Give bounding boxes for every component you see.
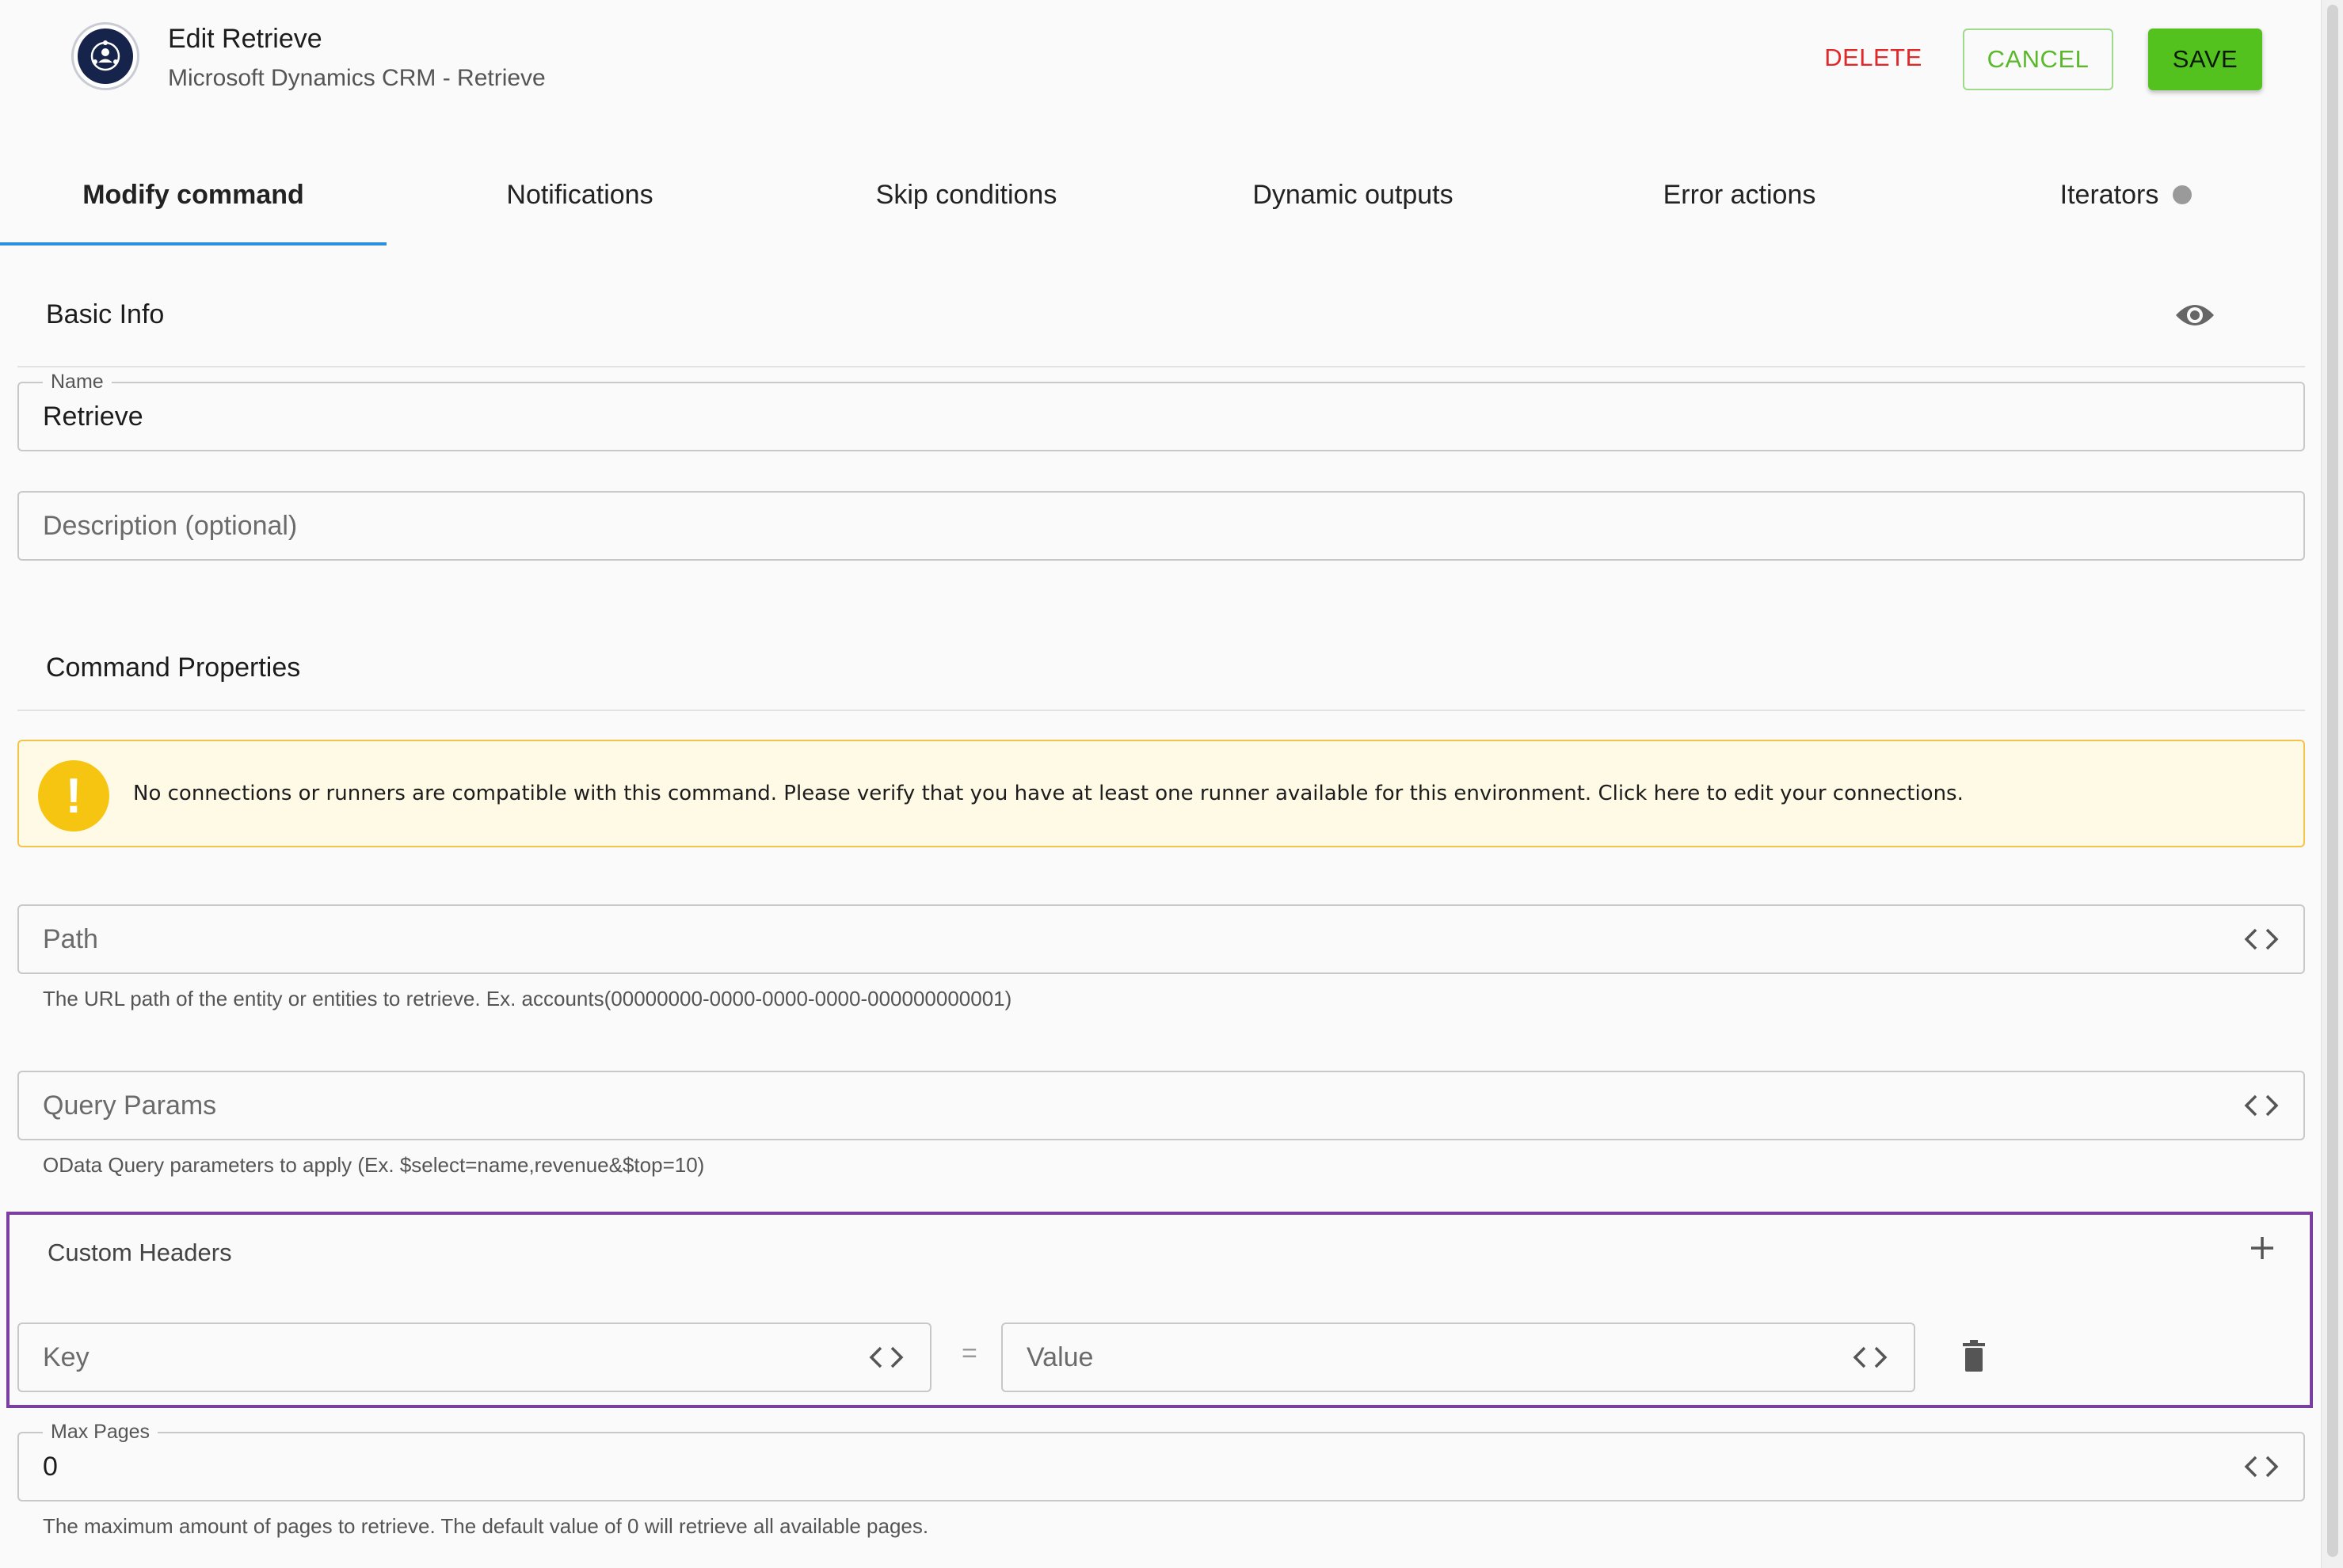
equals-sign: = [962,1338,977,1368]
path-helper-text: The URL path of the entity or entities t… [43,987,1012,1010]
tab-label: Modify command [82,179,304,210]
tab-iterators[interactable]: Iterators [1933,143,2319,247]
tab-label: Skip conditions [875,179,1057,210]
tab-label: Dynamic outputs [1252,179,1453,210]
description-placeholder: Description (optional) [43,510,298,541]
eye-icon[interactable] [2173,299,2216,331]
query-params-helper-text: OData Query parameters to apply (Ex. $se… [43,1153,705,1177]
cancel-button[interactable]: CANCEL [1963,29,2113,90]
tab-dynamic-outputs[interactable]: Dynamic outputs [1160,143,1546,247]
code-icon[interactable] [867,1343,906,1372]
header-value-input[interactable]: Value [1001,1323,1915,1392]
query-params-placeholder: Query Params [43,1090,217,1121]
trash-icon[interactable] [1961,1340,1987,1372]
tab-modify-command[interactable]: Modify command [0,143,387,247]
exclamation-icon: ! [38,760,109,832]
max-pages-value: 0 [43,1451,58,1482]
save-button[interactable]: SAVE [2148,29,2262,90]
edit-command-page: Edit Retrieve Microsoft Dynamics CRM - R… [0,0,2343,1568]
page-subtitle: Microsoft Dynamics CRM - Retrieve [168,65,546,91]
name-field[interactable]: Name Retrieve [17,371,2305,451]
divider [17,710,2305,711]
active-tab-indicator [0,242,387,245]
code-icon[interactable] [2242,1452,2281,1481]
value-placeholder: Value [1027,1342,1094,1372]
path-field[interactable]: Path [17,904,2305,974]
code-icon[interactable] [1850,1343,1890,1372]
status-dot-icon [2173,185,2193,204]
tab-label: Error actions [1663,179,1816,210]
path-placeholder: Path [43,923,98,954]
tab-bar: Modify command Notifications Skip condit… [0,143,2321,247]
custom-headers-heading: Custom Headers [48,1239,232,1266]
max-pages-label: Max Pages [43,1421,158,1443]
key-placeholder: Key [43,1342,90,1372]
tab-error-actions[interactable]: Error actions [1546,143,1933,247]
tab-label: Iterators [2059,179,2159,210]
connector-logo-icon [71,22,139,90]
basic-info-heading: Basic Info [46,299,165,329]
vertical-scrollbar[interactable] [2321,0,2343,1568]
max-pages-helper-text: The maximum amount of pages to retrieve.… [43,1514,929,1538]
add-header-icon[interactable] [2243,1229,2281,1267]
header-key-input[interactable]: Key [17,1323,931,1392]
custom-headers-section: Custom Headers Key = Value [6,1212,2313,1408]
name-field-value: Retrieve [43,401,143,432]
max-pages-field[interactable]: Max Pages 0 [17,1421,2305,1501]
command-properties-heading: Command Properties [46,653,301,683]
scrollbar-thumb[interactable] [2327,5,2338,1557]
code-icon[interactable] [2242,925,2281,953]
tab-label: Notifications [506,179,653,210]
page-title: Edit Retrieve [168,24,322,54]
warning-text[interactable]: No connections or runners are compatible… [133,741,1964,846]
query-params-field[interactable]: Query Params [17,1071,2305,1140]
delete-button[interactable]: DELETE [1814,29,1933,87]
description-field[interactable]: Description (optional) [17,491,2305,561]
compatibility-warning-banner[interactable]: ! No connections or runners are compatib… [17,740,2305,847]
tab-notifications[interactable]: Notifications [387,143,773,247]
code-icon[interactable] [2242,1091,2281,1120]
divider [17,366,2305,367]
tab-skip-conditions[interactable]: Skip conditions [773,143,1160,247]
